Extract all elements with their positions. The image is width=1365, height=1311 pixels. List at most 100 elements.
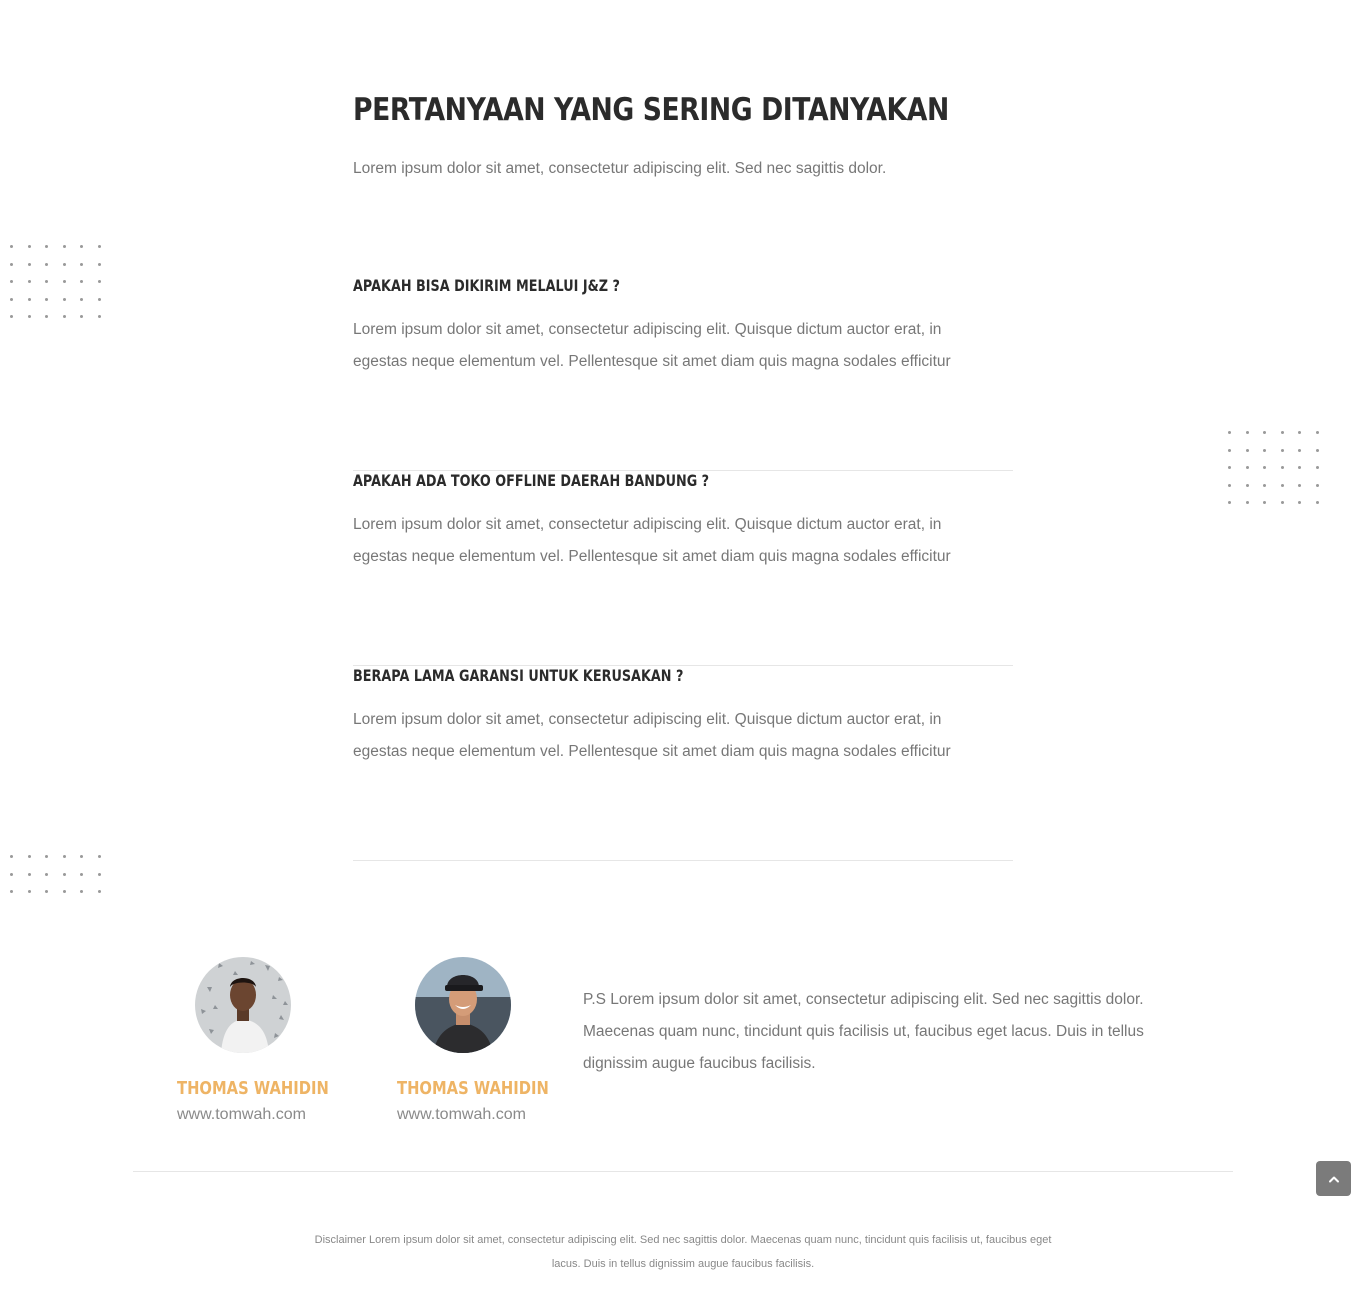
dot — [80, 855, 84, 858]
faq-title: PERTANYAAN YANG SERING DITANYAKAN — [353, 92, 949, 128]
dot — [1298, 448, 1302, 452]
chevron-up-icon — [1328, 1176, 1339, 1182]
dot — [45, 855, 49, 858]
dot — [27, 245, 31, 248]
dot — [1228, 431, 1231, 434]
dot — [80, 315, 84, 319]
dot — [27, 855, 31, 858]
person-name: THOMAS WAHIDIN — [177, 1078, 329, 1099]
dot — [80, 297, 84, 301]
dot — [27, 872, 31, 876]
person-name: THOMAS WAHIDIN — [397, 1078, 549, 1099]
faq-question: APAKAH BISA DIKIRIM MELALUI J&Z ? — [353, 276, 620, 295]
dot — [1245, 501, 1249, 505]
dot — [10, 872, 13, 876]
person-website: www.tomwah.com — [397, 1106, 526, 1123]
dot — [1263, 448, 1267, 452]
dot — [97, 245, 101, 248]
dot — [10, 297, 13, 301]
dot — [10, 280, 13, 284]
dot-pattern-bottom-left — [10, 855, 116, 908]
dot — [1245, 431, 1249, 434]
dot — [10, 315, 13, 319]
ps-text: P.S Lorem ipsum dolor sit amet, consecte… — [583, 991, 1144, 1072]
back-to-top-button[interactable] — [1316, 1161, 1351, 1196]
dot — [27, 262, 31, 266]
dot — [45, 280, 49, 284]
dot — [62, 280, 66, 284]
dot — [1280, 466, 1284, 470]
dot — [62, 297, 66, 301]
faq-answer: Lorem ipsum dolor sit amet, consectetur … — [353, 711, 951, 760]
dot — [45, 315, 49, 319]
disclaimer: Disclaimer Lorem ipsum dolor sit amet, c… — [314, 1234, 1052, 1270]
dot — [27, 297, 31, 301]
faq-answer: Lorem ipsum dolor sit amet, consectetur … — [353, 516, 951, 565]
dot — [97, 855, 101, 858]
dot — [1280, 501, 1284, 505]
dot — [1228, 448, 1231, 452]
dot — [1228, 466, 1231, 470]
dot — [80, 245, 84, 248]
dot — [62, 890, 66, 894]
dot — [97, 315, 101, 319]
dot — [62, 315, 66, 319]
dot — [45, 890, 49, 894]
dot — [27, 280, 31, 284]
dot — [45, 297, 49, 301]
avatar — [195, 957, 291, 1053]
dot — [97, 890, 101, 894]
dot — [10, 262, 13, 266]
dot — [1263, 431, 1267, 434]
dot — [1263, 483, 1267, 487]
dot — [10, 890, 13, 894]
faq-question: APAKAH ADA TOKO OFFLINE DAERAH BANDUNG ? — [353, 471, 710, 490]
faq-item: APAKAH BISA DIKIRIM MELALUI J&Z ? Lorem … — [353, 276, 1013, 471]
dot — [1315, 431, 1319, 434]
dot — [97, 872, 101, 876]
faq-answer: Lorem ipsum dolor sit amet, consectetur … — [353, 321, 951, 370]
dot — [10, 855, 13, 858]
dot — [1298, 483, 1302, 487]
dot — [97, 297, 101, 301]
dot — [45, 872, 49, 876]
faq-item: APAKAH ADA TOKO OFFLINE DAERAH BANDUNG ?… — [353, 471, 1013, 666]
dot — [1298, 466, 1302, 470]
dot — [45, 262, 49, 266]
dot — [45, 245, 49, 248]
dot — [1228, 483, 1231, 487]
faq-question: BERAPA LAMA GARANSI UNTUK KERUSAKAN ? — [353, 666, 684, 685]
dot — [80, 262, 84, 266]
dot — [1228, 501, 1231, 505]
dot — [1263, 501, 1267, 505]
dot — [62, 245, 66, 248]
dot — [1245, 483, 1249, 487]
avatar-photo — [415, 957, 511, 1053]
dot — [1280, 431, 1284, 434]
footer-divider — [133, 1171, 1233, 1172]
dot — [1298, 431, 1302, 434]
dot — [80, 280, 84, 284]
person-website: www.tomwah.com — [177, 1106, 306, 1123]
dot-pattern-right — [1228, 431, 1334, 519]
dot — [1315, 466, 1319, 470]
dot — [1245, 448, 1249, 452]
dot — [10, 245, 13, 248]
dot — [62, 855, 66, 858]
dot — [62, 262, 66, 266]
dot — [1263, 466, 1267, 470]
dot — [1315, 448, 1319, 452]
dot — [62, 872, 66, 876]
dot — [27, 890, 31, 894]
dot — [1245, 466, 1249, 470]
dot — [80, 890, 84, 894]
faq-intro: Lorem ipsum dolor sit amet, consectetur … — [353, 160, 887, 177]
dot — [97, 262, 101, 266]
dot — [1280, 448, 1284, 452]
faq-item: BERAPA LAMA GARANSI UNTUK KERUSAKAN ? Lo… — [353, 666, 1013, 861]
dot — [1298, 501, 1302, 505]
dot — [97, 280, 101, 284]
dot-pattern-top-left — [10, 245, 116, 333]
avatar — [415, 957, 511, 1053]
dot — [1315, 501, 1319, 505]
